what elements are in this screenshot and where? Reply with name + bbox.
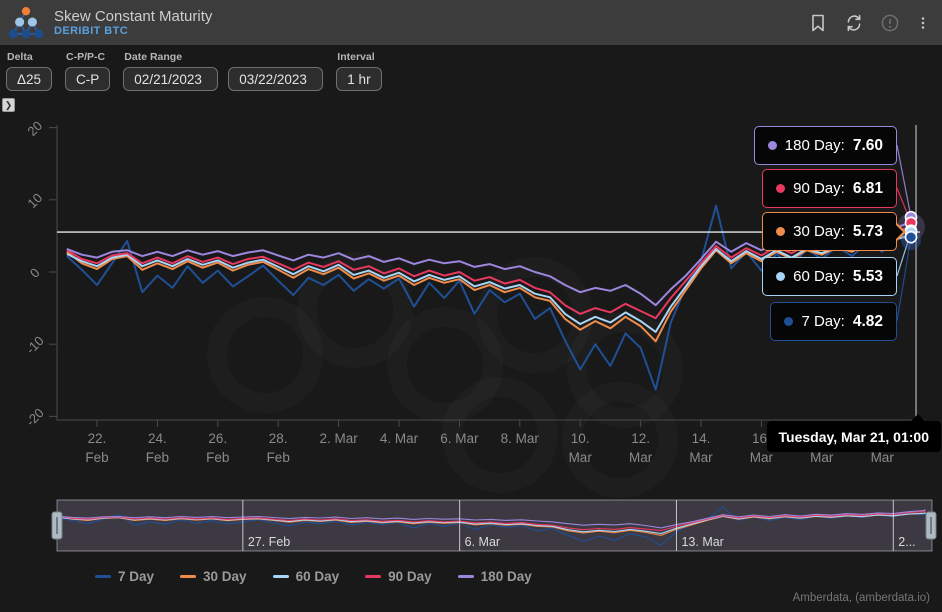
navigator-axis-label: 2... (898, 535, 915, 549)
y-axis-tick-label: -10 (23, 333, 47, 357)
series-dot-icon (776, 227, 786, 236)
tooltip-series-value: 4.82 (852, 312, 883, 330)
legend-label: 90 Day (388, 569, 432, 584)
navigator[interactable]: 27. Feb 6. Mar 13. Mar 2... (51, 499, 937, 552)
navigator-axis-label: 13. Mar (681, 535, 723, 549)
series-dot-icon (767, 141, 777, 150)
legend-label: 60 Day (295, 569, 340, 584)
tooltip-series-value: 6.81 (852, 179, 883, 197)
x-axis-tick-label: 24. Feb (146, 431, 169, 465)
x-axis-tick-label: 12. Mar (629, 431, 653, 465)
legend-dash-icon (180, 575, 197, 578)
legend-label: 30 Day (203, 569, 247, 584)
tooltip-7-day: 7 Day: 4.82 (770, 302, 897, 341)
navigator-axis-label: 27. Feb (248, 535, 290, 549)
tooltip-90-day: 90 Day: 6.81 (762, 169, 897, 208)
series-dot-icon (776, 184, 786, 193)
tooltip-30-day: 30 Day: 5.73 (762, 212, 906, 251)
x-axis-tick-label: 8. Mar (501, 431, 540, 446)
tooltip-60-day: 60 Day: 5.53 (762, 257, 897, 296)
x-axis-tick-label: 2. Mar (319, 431, 358, 446)
tooltip-series-value: 5.73 (852, 222, 883, 240)
tooltip-series-label: 7 Day: (801, 313, 845, 330)
legend-label: 180 Day (480, 569, 532, 584)
navigator-axis-label: 6. Mar (465, 535, 500, 549)
legend-item-7-day[interactable]: 7 Day (95, 569, 154, 584)
crosshair-date-tooltip: Tuesday, Mar 21, 01:00 (766, 414, 941, 452)
chart-legend: 7 Day 30 Day 60 Day 90 Day 180 Day (95, 569, 532, 584)
legend-item-180-day[interactable]: 180 Day (457, 569, 532, 584)
series-dot-icon (784, 317, 794, 326)
app-window: Skew Constant Maturity DERIBIT BTC Delta… (0, 0, 942, 612)
legend-dash-icon (95, 575, 111, 578)
tooltip-series-value: 7.60 (852, 136, 883, 154)
y-axis-tick-label: -20 (23, 405, 47, 429)
legend-label: 7 Day (118, 569, 155, 584)
tooltip-series-label: 30 Day: (793, 223, 845, 240)
legend-dash-icon (365, 575, 382, 578)
tooltip-180-day: 180 Day: 7.60 (753, 126, 897, 165)
legend-dash-icon (272, 575, 289, 578)
tooltip-series-label: 60 Day: (793, 268, 845, 285)
y-axis-tick-label: 10 (24, 190, 45, 211)
x-axis-tick-label: 26. Feb (206, 431, 229, 465)
tooltip-series-value: 5.53 (852, 267, 883, 285)
x-axis-tick-label: 6. Mar (440, 431, 479, 446)
x-axis-tick-label: 4. Mar (380, 431, 419, 446)
x-axis-tick-label: 22. Feb (85, 431, 108, 465)
tooltip-pointer-inner (896, 224, 903, 239)
tooltip-series-label: 90 Day: (793, 180, 845, 197)
legend-item-30-day[interactable]: 30 Day (180, 569, 247, 584)
series-dot-icon (776, 272, 786, 281)
legend-item-60-day[interactable]: 60 Day (272, 569, 340, 584)
attribution: Amberdata, (amberdata.io) (792, 592, 930, 604)
y-axis-tick-label: 20 (24, 118, 45, 139)
legend-item-90-day[interactable]: 90 Day (365, 569, 432, 584)
legend-dash-icon (457, 575, 474, 578)
x-axis-tick-label: 14. Mar (689, 431, 713, 465)
tooltip-series-label: 180 Day: (784, 137, 845, 154)
y-axis-tick-label: 0 (27, 265, 43, 281)
x-axis-tick-label: 28. Feb (267, 431, 290, 465)
